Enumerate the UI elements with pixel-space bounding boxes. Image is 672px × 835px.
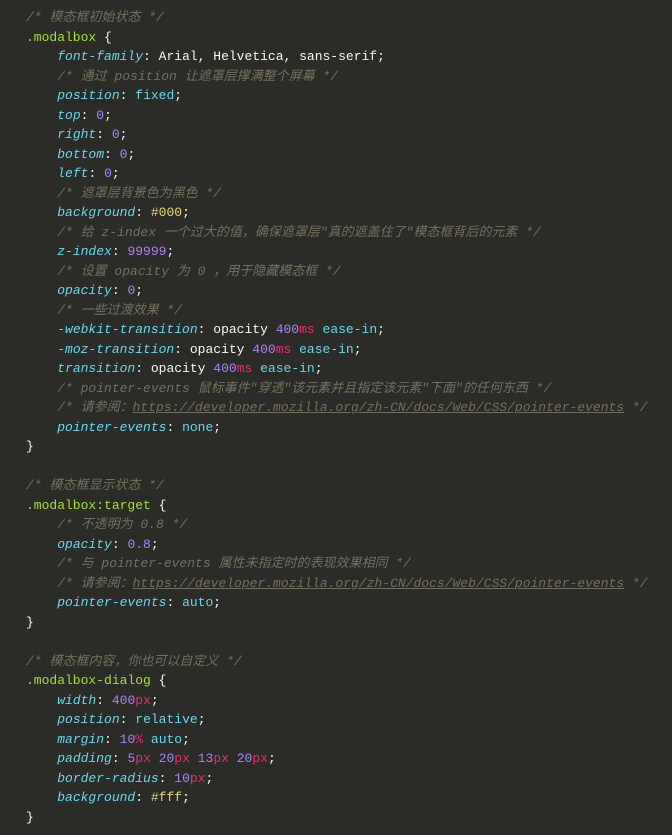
url-link[interactable]: https://developer.mozilla.org/zh-CN/docs… [133,576,624,591]
css-property: padding [57,751,112,766]
comment: /* 模态框初始状态 */ [26,10,164,25]
css-property: bottom [57,147,104,162]
css-value: #fff [151,790,182,805]
css-property: width [57,693,96,708]
css-property: -webkit-transition [57,322,197,337]
css-value: 0.8 [127,537,150,552]
css-property: font-family [57,49,143,64]
comment: /* 一些过渡效果 */ [57,303,182,318]
css-property: background [57,205,135,220]
comment: /* 请参阅：https://developer.mozilla.org/zh-… [57,576,647,591]
css-property: position [57,88,119,103]
css-value: 0 [96,108,104,123]
comment: /* pointer-events 鼠标事件"穿透"该元素并且指定该元素"下面"… [57,381,551,396]
css-property: pointer-events [57,595,166,610]
code-editor[interactable]: /* 模态框初始状态 */ .modalbox { font-family: A… [0,0,672,835]
css-property: margin [57,732,104,747]
css-value: Arial, Helvetica, sans-serif [159,49,377,64]
css-property: background [57,790,135,805]
css-property: border-radius [57,771,158,786]
css-property: opacity [57,537,112,552]
css-property: -moz-transition [57,342,174,357]
css-value: #000 [151,205,182,220]
comment: /* 请参阅：https://developer.mozilla.org/zh-… [57,400,647,415]
css-value: 99999 [127,244,166,259]
selector: .modalbox [26,30,96,45]
css-value: fixed [135,88,174,103]
css-value: relative [135,712,197,727]
comment: /* 通过 position 让遮罩层撑满整个屏幕 */ [57,69,338,84]
css-property: right [57,127,96,142]
selector: .modalbox:target [26,498,151,513]
css-property: opacity [57,283,112,298]
selector: .modalbox-dialog [26,673,151,688]
css-value: none [182,420,213,435]
comment: /* 设置 opacity 为 0 ，用于隐藏模态框 */ [57,264,340,279]
comment: /* 模态框内容，你也可以自定义 */ [26,654,242,669]
comment: /* 与 pointer-events 属性未指定时的表现效果相同 */ [57,556,411,571]
url-link[interactable]: https://developer.mozilla.org/zh-CN/docs… [133,400,624,415]
css-value: auto [182,595,213,610]
comment: /* 遮罩层背景色为黑色 */ [57,186,221,201]
css-value: 0 [112,127,120,142]
css-value: 0 [104,166,112,181]
css-property: transition [57,361,135,376]
css-property: position [57,712,119,727]
css-property: z-index [57,244,112,259]
comment: /* 给 z-index 一个过大的值，确保遮罩层"真的遮盖住了"模态框背后的元… [57,225,541,240]
comment: /* 不透明为 0.8 */ [57,517,187,532]
css-property: left [57,166,88,181]
css-property: pointer-events [57,420,166,435]
css-property: top [57,108,80,123]
comment: /* 模态框显示状态 */ [26,478,164,493]
